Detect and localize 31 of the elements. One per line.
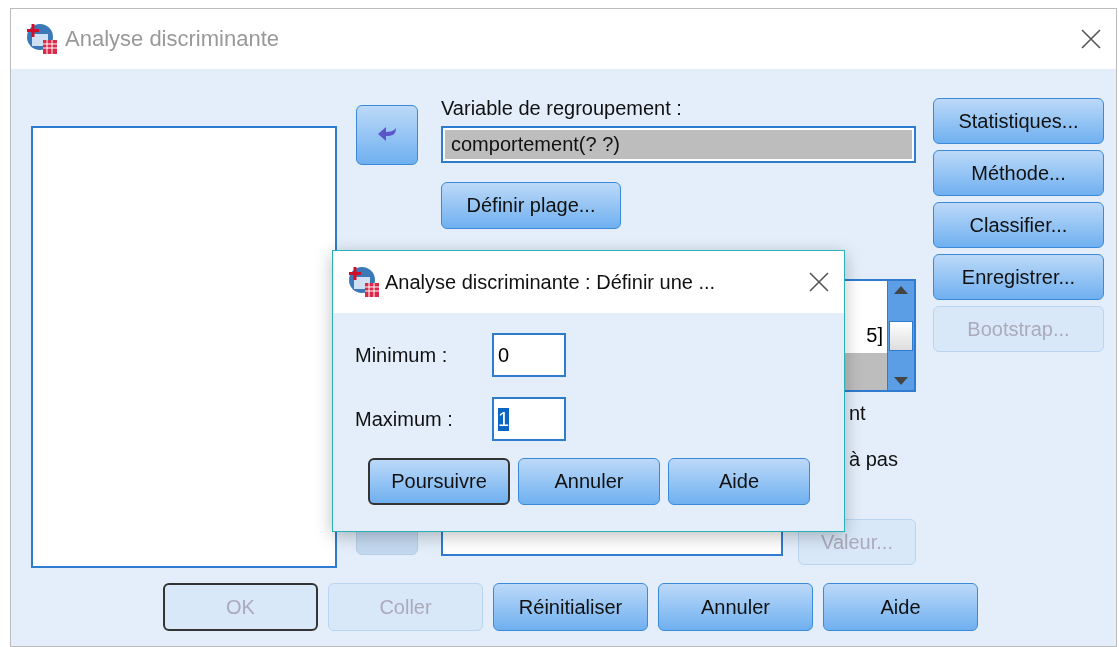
grouping-field[interactable]: comportement(? ?) [441,126,916,163]
window-title: Analyse discriminante [65,26,279,52]
scroll-down-icon[interactable] [893,376,909,386]
scroll-up-icon[interactable] [893,285,909,295]
option-label: nt [849,402,866,425]
field-label: Variable de regroupement : [441,97,682,120]
define-range-button[interactable]: Définir plage... [441,182,621,229]
number-field[interactable]: 0 [492,333,566,377]
dialog-button[interactable]: Annuler [518,458,660,505]
side-button[interactable]: Statistiques... [933,98,1104,144]
footer-button[interactable]: Réinitialiser [493,583,648,631]
footer-button[interactable]: Annuler [658,583,813,631]
side-button[interactable]: Classifier... [933,202,1104,248]
dialog-button[interactable]: Aide [668,458,810,505]
close-icon[interactable] [808,271,830,293]
app-icon [347,265,381,299]
number-field[interactable]: 1 [492,397,566,441]
option-label: à pas [849,448,898,471]
footer-button[interactable]: Aide [823,583,978,631]
field-label: Maximum : [355,407,454,431]
arrow-icon [376,126,398,144]
close-icon[interactable] [1080,28,1102,50]
side-button[interactable]: Méthode... [933,150,1104,196]
side-button[interactable]: Enregistrer... [933,254,1104,300]
scroll-thumb[interactable] [889,320,913,351]
scrollbar[interactable] [887,281,914,390]
field-label: Minimum : [355,343,449,367]
dialog-button[interactable]: Poursuivre [368,458,510,505]
move-button[interactable] [356,105,418,165]
app-icon [25,22,59,56]
dialog-title: Analyse discriminante : Définir une ... [385,270,716,294]
